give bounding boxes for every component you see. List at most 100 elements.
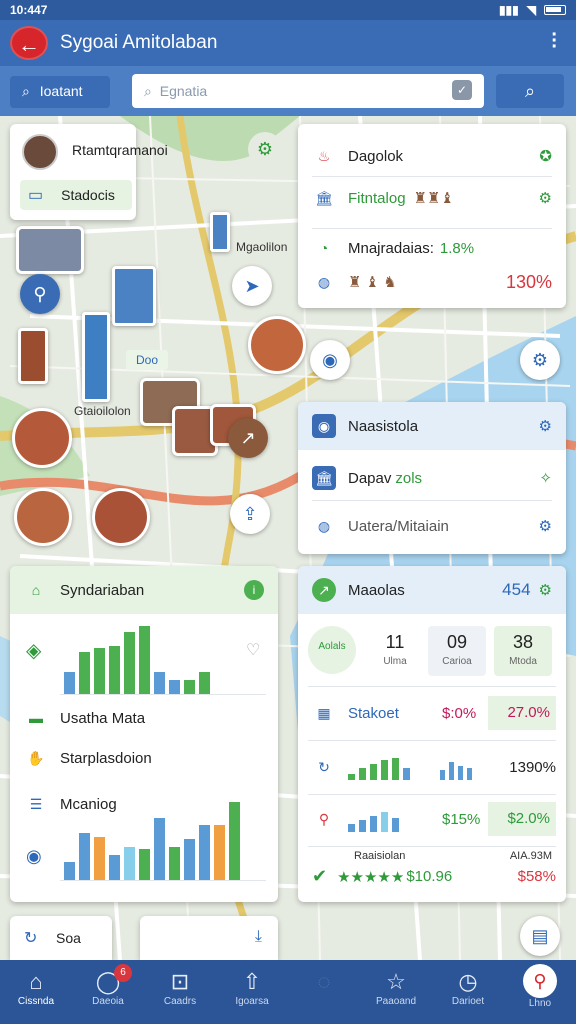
- metric-value-2: $2.0%: [488, 802, 556, 836]
- panel-title: Syndariaban: [60, 581, 145, 599]
- bottom-sheet-handle[interactable]: ⤓: [140, 916, 278, 960]
- share-icon: ✧: [539, 470, 552, 487]
- info-card: ♨ Dagolok ✪ 🏛 Fitntalog ♜♜♝ ⚙ ◔ Mnajrada…: [298, 124, 566, 308]
- gear-icon: ⚙: [538, 518, 552, 535]
- nav-item-location[interactable]: ⚲ Lhno: [504, 960, 576, 1024]
- nav-item-search[interactable]: ◯ 6 Daeoia: [72, 960, 144, 1024]
- info-row[interactable]: ◔ Mnajradaias: 1.8%: [312, 236, 552, 260]
- map-pin-route[interactable]: ↗: [228, 418, 268, 458]
- globe-icon: ◍: [317, 518, 331, 534]
- profile-card[interactable]: Rtamtqramanoi ▭ Stadocis: [10, 124, 168, 220]
- info-row[interactable]: ♨ Dagolok ✪: [312, 144, 552, 168]
- church-marker[interactable]: [18, 328, 48, 384]
- rating-row[interactable]: ✔ ★★★★★ $10.96 $58%: [312, 866, 556, 887]
- chart-bar: [214, 825, 225, 880]
- tower-marker[interactable]: [210, 212, 230, 252]
- metric-label: Stakoet: [348, 704, 399, 722]
- building-marker[interactable]: [92, 488, 150, 546]
- metric-row[interactable]: ▦ Stakoet $:0% 27.0%: [312, 696, 556, 730]
- nav-item-car[interactable]: ⊡ Caadrs: [144, 960, 216, 1024]
- chart-bar: [229, 802, 240, 880]
- building-marker[interactable]: [14, 488, 72, 546]
- map-pin-directions[interactable]: ⇪: [230, 494, 270, 534]
- chart-bar: [169, 847, 180, 880]
- map-view[interactable]: ⚲ ➤ ◉ ↗ ⇪ ⚙ ▤ ⚙ Mgaolilon Doo Gtaioilolo…: [0, 116, 576, 960]
- heart-icon[interactable]: ♡: [246, 640, 260, 660]
- wifi-icon: ◥: [526, 3, 536, 17]
- route-icon: ↗: [240, 428, 256, 448]
- chart-bar: [184, 680, 195, 694]
- metric-row[interactable]: ⚲ $15% $2.0%: [312, 802, 556, 836]
- location-pin-icon: ⚲: [318, 811, 330, 827]
- panel-header[interactable]: ↗ Maaolas 454 ⚙: [298, 566, 566, 614]
- tower-marker[interactable]: [82, 312, 110, 402]
- bar-chart-2: [64, 800, 240, 880]
- nav-row-accent: zols: [395, 469, 423, 487]
- info-row[interactable]: ◍ ♜ ♝ ♞ 130%: [312, 270, 552, 294]
- map-pin-location[interactable]: ⚲: [20, 274, 60, 314]
- search-button[interactable]: ⌕: [496, 74, 564, 108]
- nav-row[interactable]: ◉ Naasistola ⚙: [298, 402, 566, 450]
- metric-row[interactable]: ↻ 1390%: [312, 750, 556, 784]
- chart-bar: [370, 816, 377, 832]
- map-pin-layers[interactable]: ▤: [520, 916, 560, 956]
- nav-item-favorites[interactable]: ☆ Paaoand: [360, 960, 432, 1024]
- footer-label-right: AIA.93M: [509, 850, 552, 862]
- building-marker[interactable]: [12, 408, 72, 468]
- arrow-left-icon: ←: [18, 32, 40, 57]
- nav-item-home[interactable]: ⌂ Cissnda: [0, 960, 72, 1024]
- stat-value: 38: [512, 632, 534, 652]
- stat-tile[interactable]: 09 Carioa: [428, 626, 486, 676]
- building-marker[interactable]: [16, 226, 84, 274]
- map-label: Gtaioilolon: [74, 404, 131, 418]
- nav-row-label: Uatera/Mitaiain: [348, 517, 449, 535]
- map-pin-compass[interactable]: ◉: [310, 340, 350, 380]
- search-icon: ⌕: [144, 83, 152, 99]
- stat-tile[interactable]: 38 Mtoda: [494, 626, 552, 676]
- building-marker[interactable]: [248, 316, 306, 374]
- panel-header[interactable]: ⌂ Syndariaban i: [10, 566, 278, 614]
- refresh-icon: ↻: [24, 930, 38, 947]
- location-button[interactable]: ⌕ Ioatant: [10, 76, 110, 108]
- tower-marker[interactable]: [112, 266, 156, 326]
- back-button[interactable]: ←: [10, 26, 48, 60]
- panel-item[interactable]: ✋ Starplasdoion: [24, 746, 151, 770]
- check-icon[interactable]: ✓: [452, 80, 472, 100]
- landmark-icon: ♜♜♝: [413, 190, 454, 207]
- footer-label-left: Raaisiolan: [354, 850, 406, 862]
- signal-icon: ▮▮▮: [498, 3, 519, 17]
- stat-tile[interactable]: Aolals: [308, 626, 356, 674]
- map-pin-nav[interactable]: ➤: [232, 266, 272, 306]
- stat-tile[interactable]: 11 Ulma: [366, 626, 424, 676]
- compass-icon: ◉: [322, 350, 338, 370]
- metric-value-1: $:0%: [442, 704, 477, 722]
- chart-bar: [392, 818, 399, 832]
- panel-item[interactable]: ▬ Usatha Mata: [24, 706, 145, 730]
- search-row: ⌕ Ioatant ⌕ Egnatia ✓ ⌕: [0, 66, 576, 116]
- chart-bar: [458, 766, 463, 780]
- nav-item-history[interactable]: ◷ Darioet: [432, 960, 504, 1024]
- chart-bar: [139, 626, 150, 694]
- map-pin-settings[interactable]: ⚙: [520, 340, 560, 380]
- profile-action-button[interactable]: ▭ Stadocis: [20, 180, 132, 210]
- chart-bar: [403, 768, 410, 780]
- map-pin-gear[interactable]: ⚙: [248, 132, 282, 166]
- nav-item-directions[interactable]: ⇧ Igoarsa: [216, 960, 288, 1024]
- chart-bar: [348, 774, 355, 780]
- nav-row[interactable]: ◍ Uatera/Mitaiain ⚙: [312, 514, 552, 538]
- nav-label: Cissnda: [17, 996, 55, 1007]
- search-input[interactable]: ⌕ Egnatia ✓: [132, 74, 484, 108]
- mini-chart-1: [348, 754, 410, 780]
- chart-bar: [348, 824, 355, 832]
- search-icon: ⌕: [22, 83, 30, 99]
- bottom-card[interactable]: ↻ Soa: [10, 916, 112, 960]
- nav-label: Caadrs: [163, 996, 197, 1007]
- chart-bar: [124, 847, 135, 880]
- nav-item-blank[interactable]: ◌: [288, 960, 360, 1024]
- arrow-icon: ⇧: [242, 969, 262, 994]
- more-options-button[interactable]: · · ·: [551, 25, 558, 57]
- handshake-icon: ✋: [27, 750, 45, 766]
- nav-row[interactable]: 🏛 Dapav zols ✧: [312, 466, 552, 490]
- info-row[interactable]: 🏛 Fitntalog ♜♜♝ ⚙: [312, 186, 552, 210]
- chart-bar: [184, 839, 195, 880]
